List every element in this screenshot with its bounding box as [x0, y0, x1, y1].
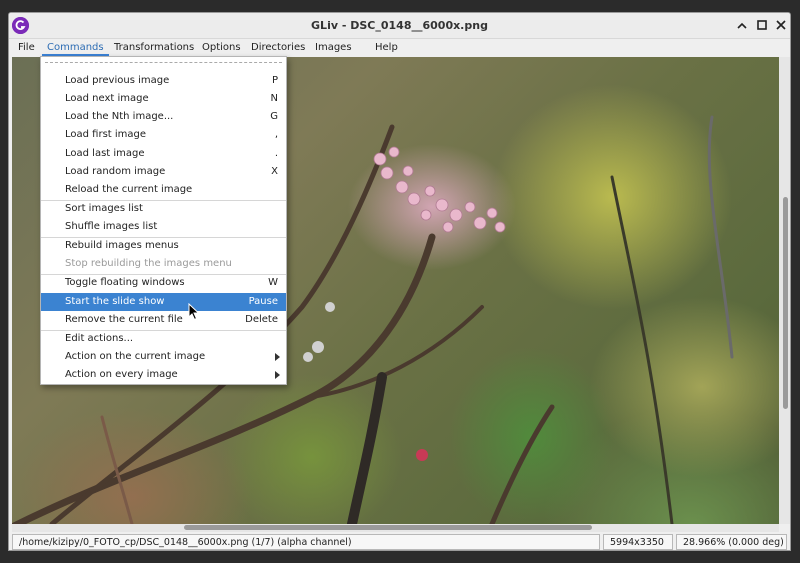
menu-help[interactable]: Help: [375, 42, 398, 53]
menu-options[interactable]: Options: [202, 42, 241, 53]
maximize-button[interactable]: [755, 18, 769, 32]
menu-item-remove-file[interactable]: Remove the current file Delete: [41, 311, 286, 329]
menu-item-sort[interactable]: Sort images list: [41, 200, 286, 218]
menu-commands[interactable]: Commands: [47, 42, 104, 53]
menu-item-rebuild-menus[interactable]: Rebuild images menus: [41, 237, 286, 255]
menu-item-action-every[interactable]: Action on every image: [41, 366, 286, 384]
close-icon: [776, 20, 786, 30]
menu-item-start-slideshow[interactable]: Start the slide show Pause: [41, 293, 286, 311]
menu-directories[interactable]: Directories: [251, 42, 305, 53]
minimize-button[interactable]: [735, 18, 749, 32]
vertical-scrollbar[interactable]: [779, 57, 790, 524]
menu-item-load-first[interactable]: Load first image,: [41, 126, 286, 144]
menu-images[interactable]: Images: [315, 42, 352, 53]
menu-item-toggle-floating[interactable]: Toggle floating windows W: [41, 274, 286, 292]
title-bar[interactable]: GLiv - DSC_0148__6000x.png: [9, 13, 790, 39]
menu-tearoff[interactable]: [45, 62, 282, 63]
menu-item-load-random[interactable]: Load random image X: [41, 163, 286, 181]
vertical-scroll-thumb[interactable]: [783, 197, 788, 409]
menu-item-edit-actions[interactable]: Edit actions...: [41, 330, 286, 348]
status-file-path: /home/kizipy/0_FOTO_cp/DSC_0148__6000x.p…: [12, 534, 600, 550]
menu-item-shuffle[interactable]: Shuffle images list: [41, 218, 286, 236]
menu-item-stop-rebuilding: Stop rebuilding the images menu: [65, 258, 232, 269]
menu-item-load-previous[interactable]: Load previous image P: [41, 72, 286, 90]
menu-transformations[interactable]: Transformations: [114, 42, 194, 53]
status-zoom: 28.966% (0.000 deg): [676, 534, 787, 550]
submenu-arrow-icon: [275, 371, 280, 379]
menu-item-action-current[interactable]: Action on the current image: [41, 348, 286, 366]
horizontal-scroll-thumb[interactable]: [184, 525, 592, 530]
menu-file[interactable]: File: [18, 42, 35, 53]
menu-item-load-last[interactable]: Load last image.: [41, 145, 286, 163]
status-dimensions: 5994x3350: [603, 534, 673, 550]
status-bar: /home/kizipy/0_FOTO_cp/DSC_0148__6000x.p…: [9, 532, 790, 550]
submenu-arrow-icon: [275, 353, 280, 361]
menu-bar: File Commands Transformations Options Di…: [9, 39, 790, 57]
menu-item-load-nth[interactable]: Load the Nth image... G: [41, 108, 286, 126]
horizontal-scrollbar[interactable]: [12, 524, 779, 532]
commands-menu: Load previous image P Load next image N Lo…: [40, 56, 287, 385]
menu-item-reload[interactable]: Reload the current image: [41, 181, 286, 199]
mouse-pointer-icon: [188, 303, 200, 321]
maximize-icon: [757, 20, 767, 30]
menu-item-load-next[interactable]: Load next image N: [41, 90, 286, 108]
window-title: GLiv - DSC_0148__6000x.png: [311, 19, 488, 32]
close-button[interactable]: [774, 18, 788, 32]
minimize-icon: [737, 22, 747, 29]
